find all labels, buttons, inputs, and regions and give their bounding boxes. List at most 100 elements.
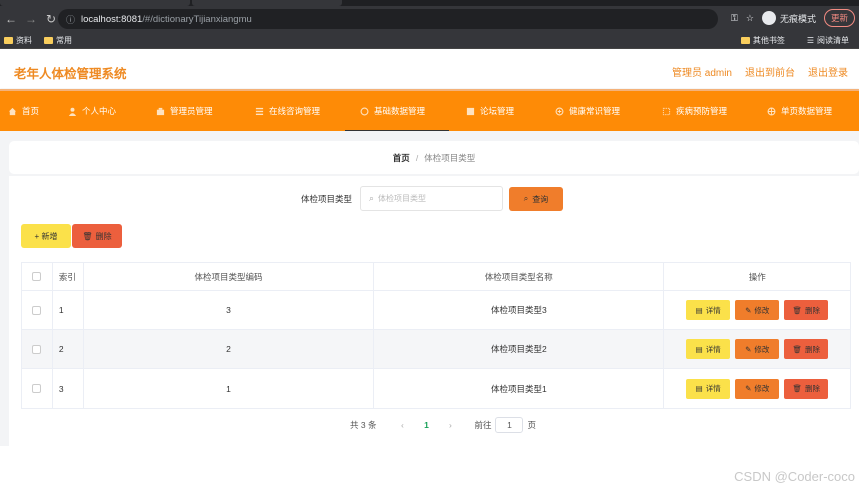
update-button[interactable]: 更新 (823, 9, 855, 27)
row-checkbox[interactable] (32, 384, 42, 393)
nav-item-single-page[interactable]: 单页数据管理 (767, 91, 832, 131)
search-placeholder: 体检项目类型 (378, 194, 427, 203)
prev-page-icon[interactable]: ‹ (390, 420, 414, 430)
trash-icon: 🗑 (792, 384, 802, 393)
pagination-total: 共 3 条 (350, 420, 377, 430)
nav-item-home[interactable]: 首页 (8, 91, 39, 131)
watermark: CSDN @Coder-coco (734, 469, 855, 484)
back-icon[interactable]: ← (2, 10, 20, 28)
breadcrumb-home[interactable]: 首页 (393, 152, 410, 164)
nav-item-prevent[interactable]: 疾病预防管理 (662, 91, 727, 131)
current-user: 管理员 admin (671, 68, 732, 79)
cell-name: 体检项目类型3 (374, 291, 665, 329)
document-icon: ▤ (695, 305, 703, 315)
table-row: 3 1 体检项目类型1 ▤ 详情 ✎ 修改 🗑 删除 (22, 369, 850, 408)
edit-button[interactable]: ✎ 修改 (735, 300, 780, 320)
table-row: 2 2 体检项目类型2 ▤ 详情 ✎ 修改 🗑 删除 (22, 330, 850, 369)
page-number[interactable]: 1 (414, 420, 438, 430)
cell-name: 体检项目类型1 (374, 369, 665, 408)
info-icon[interactable]: ⓘ (66, 13, 75, 26)
search-input[interactable]: ⌕ 体检项目类型 (360, 186, 503, 211)
pagination: 共 3 条 ‹ 1 › 前往 1 页 (350, 417, 536, 433)
goto-label: 前往 (474, 420, 492, 430)
other-bookmarks[interactable]: 其他书签 (740, 35, 785, 46)
delete-button[interactable]: 🗑 删除 (784, 300, 829, 320)
cell-code: 2 (84, 330, 375, 368)
url-host: localhost:8081 (81, 13, 143, 25)
page-jump-input[interactable]: 1 (495, 417, 524, 433)
nav-item-consult[interactable]: 在线咨询管理 (255, 91, 320, 131)
list-panel: 体检项目类型 ⌕ 体检项目类型 ⌕ 查询 + 新增 🗑 删除 索引 体检项目类型… (9, 176, 859, 446)
incognito-indicator[interactable]: 无痕模式 (761, 11, 816, 25)
search-icon: ⌕ (369, 193, 375, 203)
document-icon: ▤ (695, 344, 703, 354)
nav-item-forum[interactable]: 论坛管理 (466, 91, 514, 131)
row-checkbox[interactable] (32, 344, 42, 354)
nav-item-personal-center[interactable]: 个人中心 (68, 91, 116, 131)
trash-icon: 🗑 (792, 305, 802, 315)
user-icon (68, 107, 77, 116)
column-code: 体检项目类型编码 (84, 263, 375, 290)
star-icon[interactable]: ☆ (746, 13, 754, 24)
row-checkbox[interactable] (32, 305, 42, 315)
address-bar[interactable]: ⓘ localhost:8081 /#/dictionaryTijianxian… (58, 9, 718, 29)
main-nav: 首页 个人中心 管理员管理 在线咨询管理 基础数据管理 论坛管理 健康常识管理 … (0, 89, 859, 132)
folder-icon (4, 36, 13, 44)
edit-button[interactable]: ✎ 修改 (735, 339, 780, 359)
reading-list[interactable]: ☰ 阅读清单 (807, 35, 849, 46)
edit-button[interactable]: ✎ 修改 (735, 378, 780, 399)
app-title: 老年人体检管理系统 (14, 67, 127, 81)
nav-item-health[interactable]: 健康常识管理 (555, 91, 620, 131)
page-suffix: 页 (527, 420, 536, 430)
add-button[interactable]: + 新增 (21, 224, 71, 248)
query-button[interactable]: ⌕ 查询 (509, 187, 563, 211)
home-icon (8, 107, 17, 115)
edit-icon: ✎ (745, 344, 752, 354)
folder-icon (44, 36, 53, 44)
search-label: 体检项目类型 (301, 194, 353, 204)
nav-item-admin[interactable]: 管理员管理 (156, 91, 213, 131)
edit-icon: ✎ (745, 305, 752, 315)
document-icon: ▤ (695, 384, 703, 393)
detail-button[interactable]: ▤ 详情 (686, 339, 731, 359)
key-icon[interactable]: ⚿ (731, 13, 738, 24)
breadcrumb: 首页 / 体检项目类型 (9, 141, 859, 174)
incognito-icon (761, 11, 776, 25)
column-name: 体检项目类型名称 (374, 263, 665, 290)
detail-button[interactable]: ▤ 详情 (686, 378, 731, 399)
table-row: 1 3 体检项目类型3 ▤ 详情 ✎ 修改 🗑 删除 (22, 291, 850, 330)
incognito-label: 无痕模式 (779, 13, 816, 24)
trash-icon: 🗑 (792, 344, 802, 354)
bookmark-folder[interactable]: 常用 (44, 35, 72, 46)
reading-list-icon: ☰ (806, 35, 814, 45)
cell-code: 1 (84, 369, 375, 408)
prevent-icon (662, 107, 671, 115)
forum-icon (466, 107, 475, 115)
url-path: /#/dictionaryTijianxiangmu (142, 13, 252, 25)
column-index: 索引 (53, 263, 84, 290)
delete-button[interactable]: 🗑 删除 (784, 378, 829, 399)
folder-icon (740, 36, 750, 44)
logout-link[interactable]: 退出登录 (808, 64, 848, 79)
data-table: 索引 体检项目类型编码 体检项目类型名称 操作 1 3 体检项目类型3 ▤ 详情 … (21, 262, 851, 409)
batch-delete-button[interactable]: 🗑 删除 (72, 224, 122, 248)
bookmark-folder[interactable]: 资料 (4, 35, 32, 46)
health-icon (555, 107, 564, 115)
select-all-checkbox[interactable] (32, 272, 42, 281)
column-operations: 操作 (748, 271, 766, 282)
cell-name: 体检项目类型2 (374, 330, 665, 368)
nav-item-base-data[interactable]: 基础数据管理 (344, 91, 450, 132)
next-page-icon[interactable]: › (438, 420, 462, 430)
table-header: 索引 体检项目类型编码 体检项目类型名称 操作 (22, 263, 850, 291)
list-icon (255, 107, 264, 115)
data-icon (360, 107, 369, 115)
page-icon (767, 107, 776, 115)
detail-button[interactable]: ▤ 详情 (686, 300, 731, 320)
cell-code: 3 (84, 291, 375, 329)
forward-icon[interactable]: → (22, 10, 40, 28)
cell-index: 3 (53, 369, 84, 408)
back-to-front-link[interactable]: 退出到前台 (745, 64, 795, 79)
breadcrumb-current: 体检项目类型 (424, 152, 476, 163)
delete-button[interactable]: 🗑 删除 (784, 339, 829, 359)
browser-toolbar: ← → ↻ ⓘ localhost:8081 /#/dictionaryTiji… (0, 6, 859, 32)
